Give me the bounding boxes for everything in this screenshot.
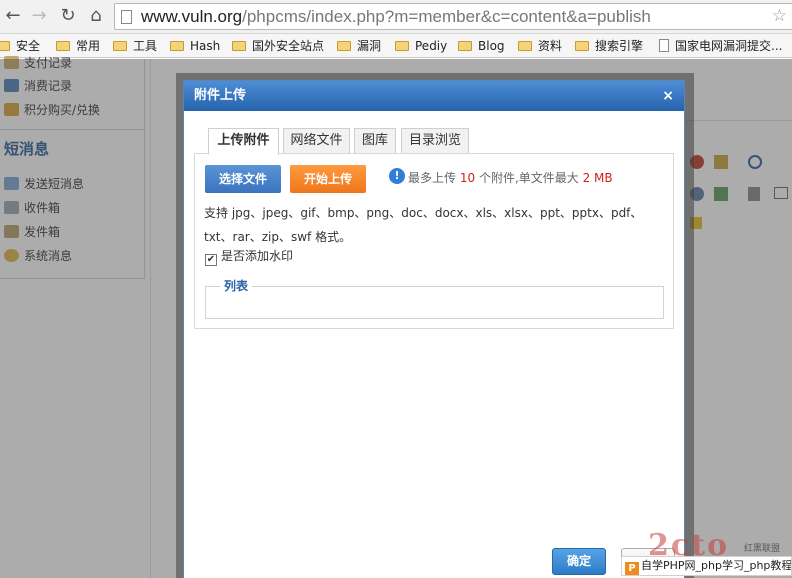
forward-icon[interactable]: → — [28, 5, 50, 27]
folder-icon — [518, 41, 532, 51]
tab-upload-attachment[interactable]: 上传附件 — [208, 128, 279, 155]
attachment-upload-dialog: 附件上传 × 上传附件 网络文件 图库 目录浏览 选择文件 开始上传 ! 最多上… — [183, 80, 685, 578]
folder-icon — [232, 41, 246, 51]
page-icon — [659, 39, 669, 52]
bookmark-folder[interactable]: Pediy — [395, 37, 447, 55]
bookmark-folder[interactable]: 漏洞 — [337, 37, 381, 55]
back-icon[interactable]: ← — [2, 5, 24, 27]
tab-gallery[interactable]: 图库 — [354, 128, 396, 154]
folder-icon — [170, 41, 184, 51]
folder-icon — [56, 41, 70, 51]
list-legend: 列表 — [220, 279, 253, 293]
watermark-small-text: 红黑联盟 — [744, 544, 781, 554]
folder-icon — [575, 41, 589, 51]
dialog-title: 附件上传 × — [184, 81, 684, 111]
folder-icon — [395, 41, 409, 51]
bookmark-page[interactable]: 国家电网漏洞提交... — [659, 37, 782, 55]
upload-limit-text: 最多上传 10 个附件,单文件最大 2 MB — [408, 171, 613, 185]
p-logo-icon: P — [625, 562, 639, 575]
folder-icon — [337, 41, 351, 51]
watermark-checkbox[interactable]: ✔ — [205, 254, 217, 266]
watermark-strip: P 自学PHP网_php学习_php教程 — [621, 556, 792, 576]
bookmarks-bar: 安全 常用 工具 Hash 国外安全站点 漏洞 Pediy Blog 资料 搜索… — [0, 34, 792, 58]
start-upload-button[interactable]: 开始上传 — [290, 165, 366, 193]
bookmark-folder[interactable]: 安全 — [0, 37, 40, 55]
bookmark-folder[interactable]: 国外安全站点 — [232, 37, 324, 55]
folder-icon — [0, 41, 10, 51]
bookmark-folder[interactable]: 常用 — [56, 37, 100, 55]
browser-toolbar: ← → ↻ ⌂ www.vuln.org/phpcms/index.php?m=… — [0, 0, 792, 34]
url-text[interactable]: www.vuln.org/phpcms/index.php?m=member&c… — [141, 7, 651, 27]
close-icon[interactable]: × — [662, 81, 674, 111]
bookmark-folder[interactable]: 搜索引擎 — [575, 37, 643, 55]
reload-icon[interactable]: ↻ — [57, 5, 79, 27]
attachment-list: 列表 — [205, 279, 664, 319]
supported-types-text: 支持 jpg、jpeg、gif、bmp、png、doc、docx、xls、xls… — [204, 206, 643, 244]
address-bar[interactable]: www.vuln.org/phpcms/index.php?m=member&c… — [114, 3, 792, 30]
bookmark-folder[interactable]: Blog — [458, 37, 505, 55]
bookmark-folder[interactable]: Hash — [170, 37, 220, 55]
bookmark-folder[interactable]: 工具 — [113, 37, 157, 55]
watermark-option[interactable]: ✔ 是否添加水印 — [205, 248, 293, 266]
bookmark-star-icon[interactable]: ☆ — [772, 6, 787, 26]
tab-directory-browse[interactable]: 目录浏览 — [401, 128, 469, 154]
bookmark-folder[interactable]: 资料 — [518, 37, 562, 55]
page-icon — [121, 10, 132, 24]
info-icon: ! — [389, 168, 405, 184]
ok-button[interactable]: 确定 — [552, 548, 606, 575]
tab-network-file[interactable]: 网络文件 — [283, 128, 350, 154]
folder-icon — [113, 41, 127, 51]
folder-icon — [458, 41, 472, 51]
select-file-button[interactable]: 选择文件 — [205, 165, 281, 193]
home-icon[interactable]: ⌂ — [85, 5, 107, 27]
upload-panel: 选择文件 开始上传 ! 最多上传 10 个附件,单文件最大 2 MB 支持 jp… — [194, 153, 674, 329]
